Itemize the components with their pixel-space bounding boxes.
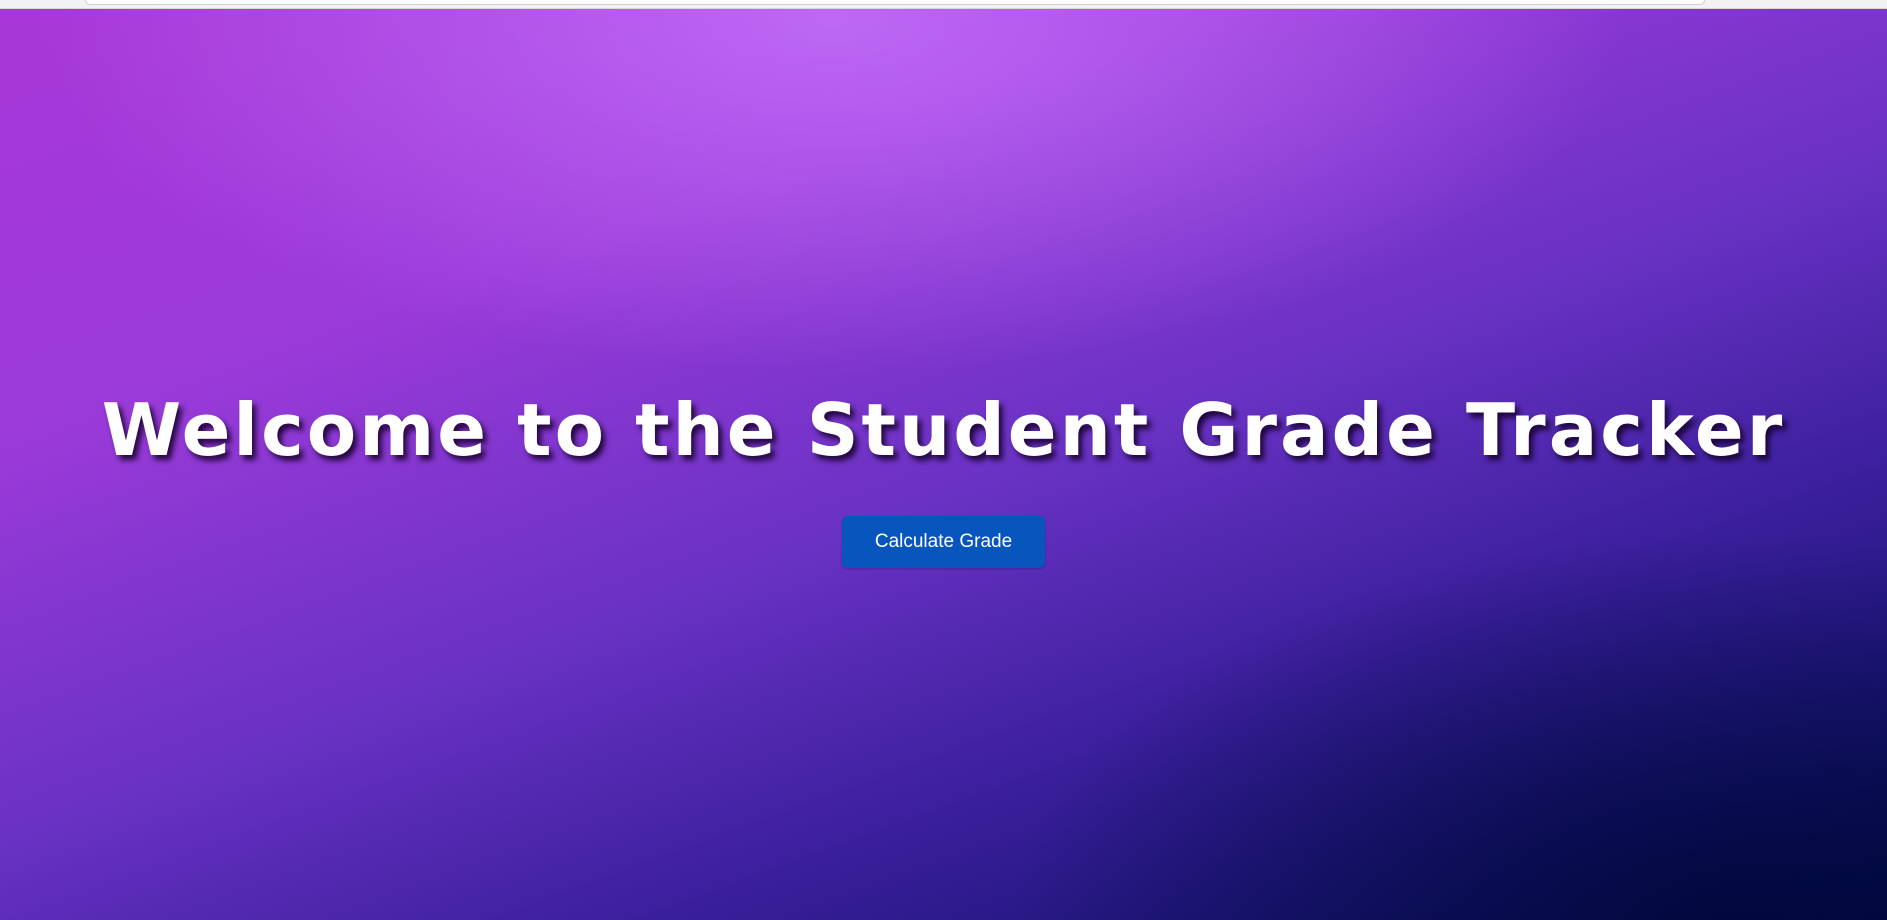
browser-bar-edge [85, 0, 1705, 5]
button-container: Calculate Grade [0, 516, 1887, 568]
page: Welcome to the Student Grade Tracker Cal… [0, 0, 1887, 920]
browser-top-strip [0, 0, 1887, 9]
hero-section: Welcome to the Student Grade Tracker [0, 385, 1887, 475]
page-title: Welcome to the Student Grade Tracker [101, 388, 1786, 472]
calculate-grade-button[interactable]: Calculate Grade [842, 516, 1045, 568]
